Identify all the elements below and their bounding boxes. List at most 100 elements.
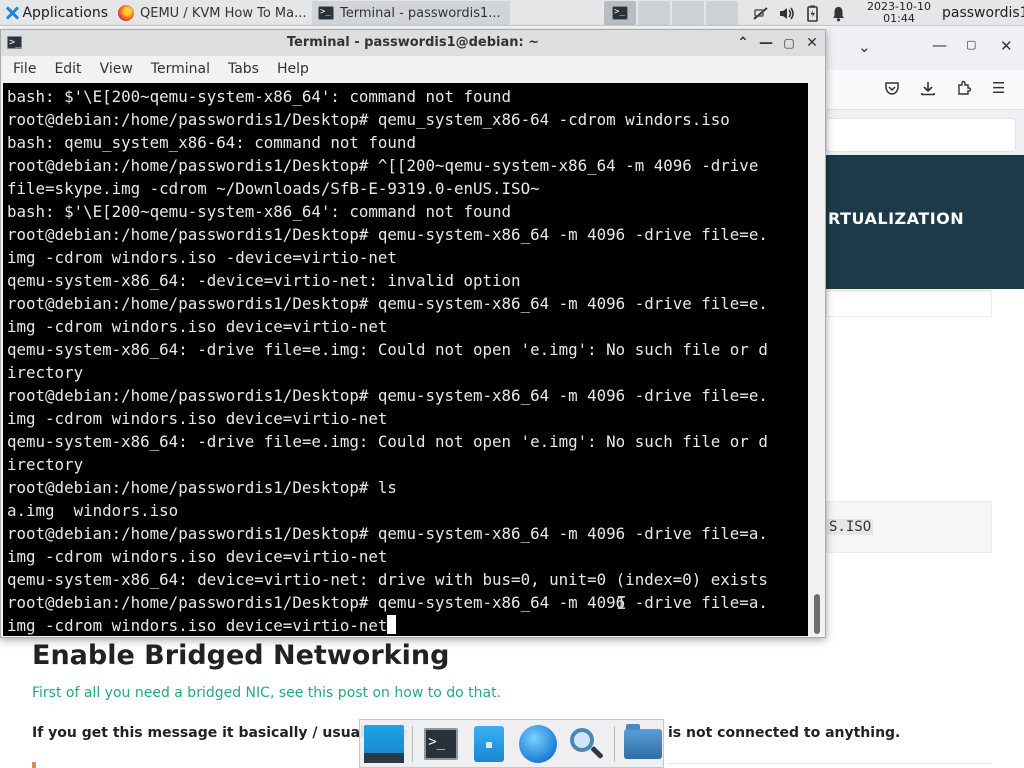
content-box bbox=[826, 289, 992, 317]
terminal-line: bash: $'\E[200~qemu-system-x86_64': comm… bbox=[7, 202, 512, 221]
show-desktop-icon bbox=[364, 724, 405, 763]
terminal-line: bash: qemu_system_x86-64: command not fo… bbox=[7, 133, 416, 152]
terminal-line: img -cdrom windors.iso -device=virtio-ne… bbox=[7, 248, 397, 267]
terminal-input-line: img -cdrom windors.iso device=virtio-net bbox=[7, 614, 808, 636]
extensions-icon[interactable] bbox=[956, 80, 972, 100]
taskbar-item-label: QEMU / KVM How To Ma... bbox=[140, 5, 307, 21]
browser-toolbar: ☰ bbox=[826, 70, 1024, 110]
firefox-window: ⌄ — ▢ ✕ ☰ ✕ RTUALIZATION S.ISO bbox=[826, 26, 1024, 768]
pocket-icon[interactable] bbox=[884, 80, 900, 100]
terminal-line: img -cdrom windors.iso device=virtio-net bbox=[7, 409, 388, 428]
network-icon[interactable] bbox=[752, 5, 769, 22]
terminal-line: irectory bbox=[7, 363, 84, 382]
top-panel: Applications QEMU / KVM How To Ma... >_ … bbox=[0, 0, 1024, 26]
panel-clock[interactable]: 2023-10-10 01:44 bbox=[858, 1, 940, 25]
terminal-line: root@debian:/home/passwordis1/Desktop# q… bbox=[7, 294, 768, 313]
bell-icon[interactable] bbox=[830, 5, 847, 22]
terminal-line: root@debian:/home/passwordis1/Desktop# ^… bbox=[7, 156, 759, 175]
close-icon[interactable]: ✕ bbox=[1000, 37, 1013, 55]
paragraph-text: If you get this message it basically / u… bbox=[32, 725, 408, 741]
terminal-line: qemu-system-x86_64: device=virtio-net: d… bbox=[7, 570, 768, 589]
find-input[interactable] bbox=[826, 118, 1016, 152]
code-text: S.ISO bbox=[827, 519, 874, 535]
file-manager-icon bbox=[474, 725, 505, 762]
dock-separator bbox=[613, 725, 615, 762]
terminal-line: qemu-system-x86_64: -drive file=e.img: C… bbox=[7, 340, 768, 359]
web-browser-icon bbox=[518, 724, 557, 763]
ibeam-cursor-icon: I bbox=[616, 593, 627, 614]
paragraph-text-continued: is not connected to anything. bbox=[668, 725, 901, 741]
chevron-down-icon[interactable]: ⌄ bbox=[858, 38, 871, 56]
menu-edit[interactable]: Edit bbox=[54, 61, 81, 77]
menu-view[interactable]: View bbox=[100, 61, 133, 77]
taskbar-item-firefox[interactable]: QEMU / KVM How To Ma... bbox=[112, 1, 310, 25]
terminal-line: img -cdrom windors.iso device=virtio-net bbox=[7, 317, 388, 336]
workspace-3[interactable] bbox=[672, 1, 704, 25]
system-tray bbox=[752, 0, 847, 26]
battery-icon[interactable] bbox=[804, 5, 821, 22]
site-header: RTUALIZATION bbox=[826, 155, 1024, 289]
shade-icon[interactable]: ⌃ bbox=[734, 33, 752, 53]
window-title: Terminal - passwordis1@debian: ~ bbox=[286, 35, 540, 50]
terminal-line: irectory bbox=[7, 455, 84, 474]
terminal-line: root@debian:/home/passwordis1/Desktop# q… bbox=[7, 593, 768, 612]
hamburger-menu-icon[interactable]: ☰ bbox=[992, 79, 1005, 97]
divider bbox=[668, 763, 992, 764]
minimize-icon[interactable]: — bbox=[757, 33, 775, 53]
terminal-line: qemu-system-x86_64: -drive file=e.img: C… bbox=[7, 432, 768, 451]
bridged-nic-link[interactable]: First of all you need a bridged NIC, see… bbox=[32, 685, 501, 701]
downloads-icon[interactable] bbox=[920, 80, 936, 100]
taskbar-item-terminal[interactable]: >_ Terminal - passwordis1... bbox=[312, 1, 510, 25]
applications-menu-button[interactable]: Applications bbox=[0, 0, 108, 26]
applications-menu-label: Applications bbox=[22, 4, 108, 21]
terminal-line: file=skype.img -cdrom ~/Downloads/SfB-E-… bbox=[7, 179, 540, 198]
clock-time: 01:44 bbox=[883, 12, 915, 25]
dock-home-folder[interactable] bbox=[623, 723, 663, 765]
search-icon bbox=[568, 726, 604, 762]
workspace-4[interactable] bbox=[706, 1, 738, 25]
terminal-line: a.img windors.iso bbox=[7, 501, 179, 520]
terminal-line: root@debian:/home/passwordis1/Desktop# l… bbox=[7, 478, 397, 497]
terminal-scrollbar[interactable] bbox=[810, 83, 824, 636]
dock-app-finder[interactable] bbox=[566, 723, 606, 765]
terminal-line: root@debian:/home/passwordis1/Desktop# q… bbox=[7, 386, 768, 405]
scrollbar-thumb[interactable] bbox=[814, 594, 820, 634]
workspace-switcher: >_ bbox=[604, 1, 738, 25]
terminal-line: qemu-system-x86_64: -device=virtio-net: … bbox=[7, 271, 521, 290]
dock-terminal[interactable]: >_ bbox=[421, 723, 461, 765]
terminal-line: bash: $'\E[200~qemu-system-x86_64': comm… bbox=[7, 87, 512, 106]
text-cursor bbox=[387, 615, 397, 634]
terminal-output[interactable]: bash: $'\E[200~qemu-system-x86_64': comm… bbox=[3, 83, 808, 636]
terminal-icon: >_ bbox=[424, 727, 459, 760]
terminal-line: img -cdrom windors.iso device=virtio-net bbox=[7, 547, 388, 566]
workspace-1[interactable]: >_ bbox=[604, 1, 636, 25]
firefox-icon bbox=[118, 5, 134, 21]
blockquote-accent bbox=[32, 762, 36, 768]
terminal-icon: >_ bbox=[612, 6, 628, 20]
menu-terminal[interactable]: Terminal bbox=[151, 61, 210, 77]
dock: >_ bbox=[359, 719, 664, 768]
dock-web-browser[interactable] bbox=[518, 723, 558, 765]
menu-tabs[interactable]: Tabs bbox=[228, 61, 259, 77]
volume-icon[interactable] bbox=[778, 5, 795, 22]
dock-file-manager[interactable] bbox=[469, 723, 509, 765]
terminal-line: root@debian:/home/passwordis1/Desktop# q… bbox=[7, 225, 768, 244]
maximize-icon[interactable]: ▢ bbox=[966, 38, 976, 51]
xfce-logo-icon bbox=[4, 5, 18, 21]
terminal-titlebar[interactable]: >_ Terminal - passwordis1@debian: ~ ⌃ — … bbox=[1, 30, 825, 56]
terminal-window: >_ Terminal - passwordis1@debian: ~ ⌃ — … bbox=[0, 29, 826, 638]
terminal-line-text: img -cdrom windors.iso device=virtio-net bbox=[7, 616, 388, 635]
maximize-icon[interactable]: ▢ bbox=[780, 33, 798, 53]
minimize-icon[interactable]: — bbox=[932, 36, 947, 54]
workspace-2[interactable] bbox=[638, 1, 670, 25]
code-block: S.ISO bbox=[826, 501, 992, 553]
dock-show-desktop[interactable] bbox=[364, 723, 405, 765]
menu-help[interactable]: Help bbox=[277, 61, 309, 77]
terminal-line: root@debian:/home/passwordis1/Desktop# q… bbox=[7, 524, 768, 543]
close-icon[interactable]: ✕ bbox=[803, 33, 821, 53]
menu-file[interactable]: File bbox=[13, 61, 36, 77]
terminal-menubar: File Edit View Terminal Tabs Help bbox=[1, 56, 825, 82]
dock-separator bbox=[412, 725, 414, 762]
folder-icon bbox=[623, 723, 662, 759]
user-menu[interactable]: passwordis1 bbox=[942, 0, 1024, 26]
